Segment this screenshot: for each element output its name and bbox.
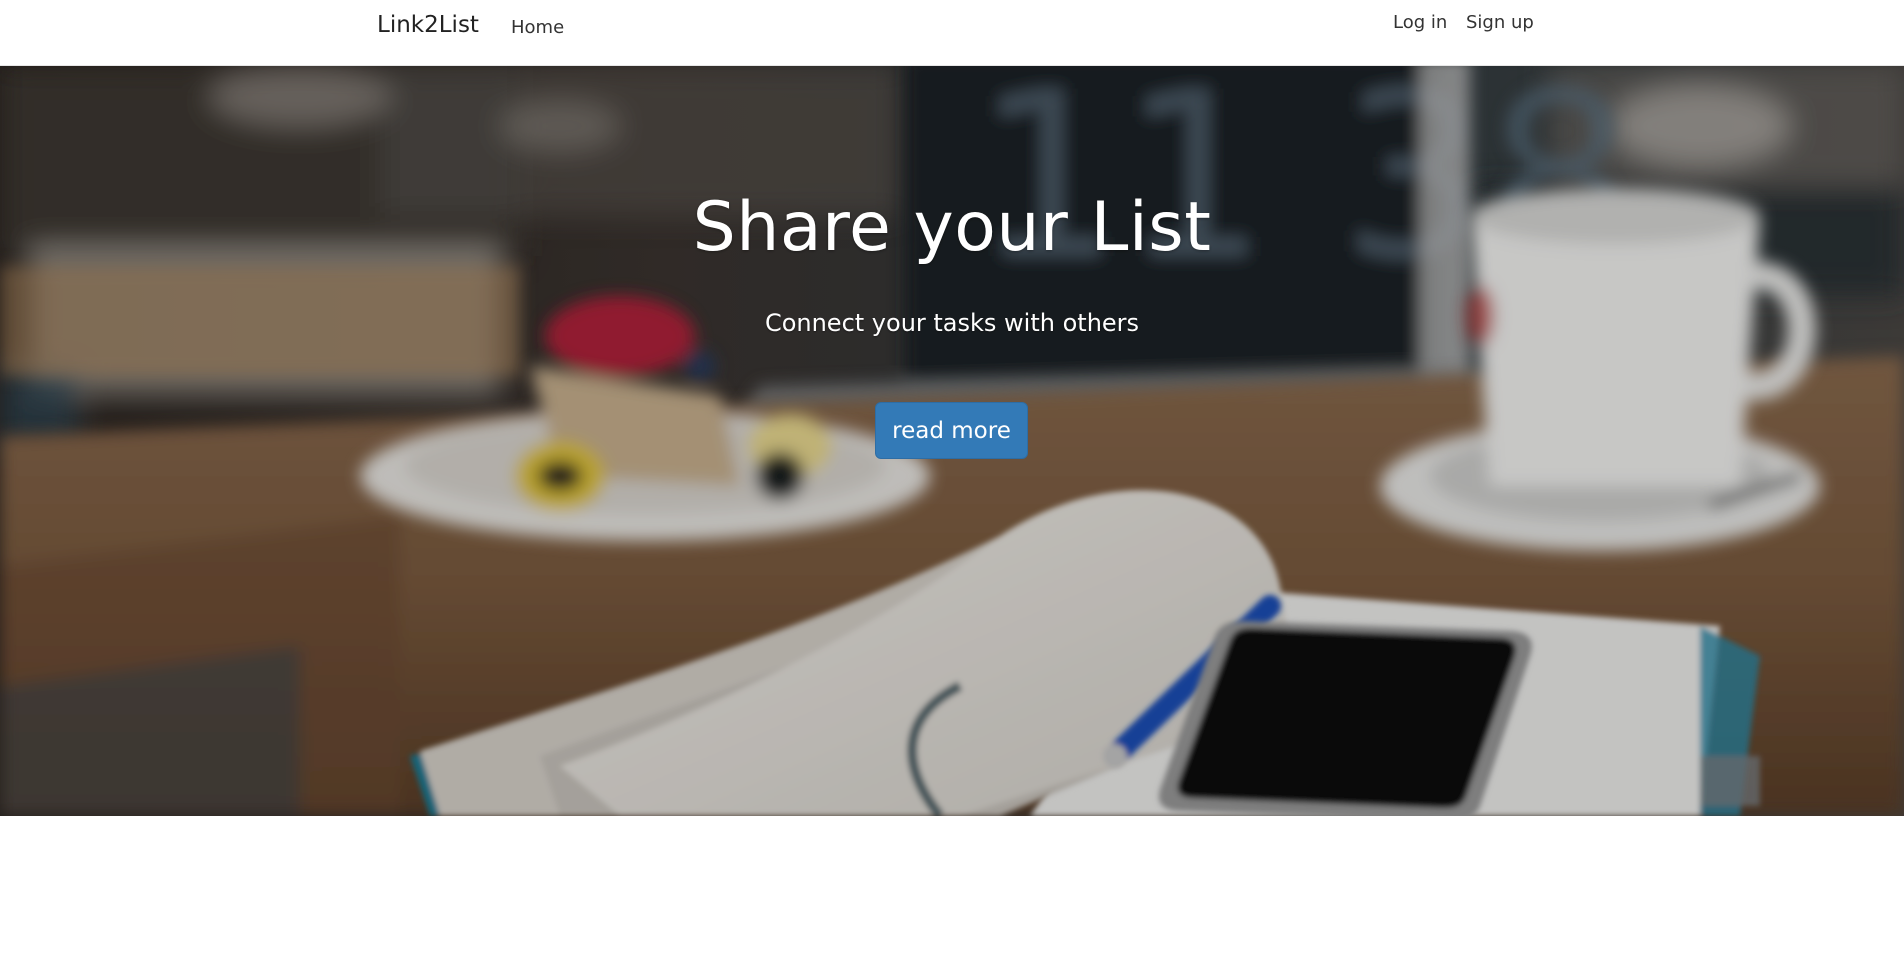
- brand-link[interactable]: Link2List: [377, 12, 479, 38]
- nav-login-link[interactable]: Log in: [1393, 12, 1447, 33]
- nav-signup-link[interactable]: Sign up: [1466, 12, 1534, 33]
- hero-subtitle: Connect your tasks with others: [764, 309, 1140, 337]
- read-more-button[interactable]: read more: [875, 402, 1028, 459]
- top-navbar: Link2List Home Log in Sign up: [0, 0, 1904, 66]
- hero-title: Share your List: [692, 188, 1212, 267]
- hero-banner: 11 38 Share your List Connect your tasks…: [0, 66, 1904, 816]
- nav-home-link[interactable]: Home: [511, 17, 564, 38]
